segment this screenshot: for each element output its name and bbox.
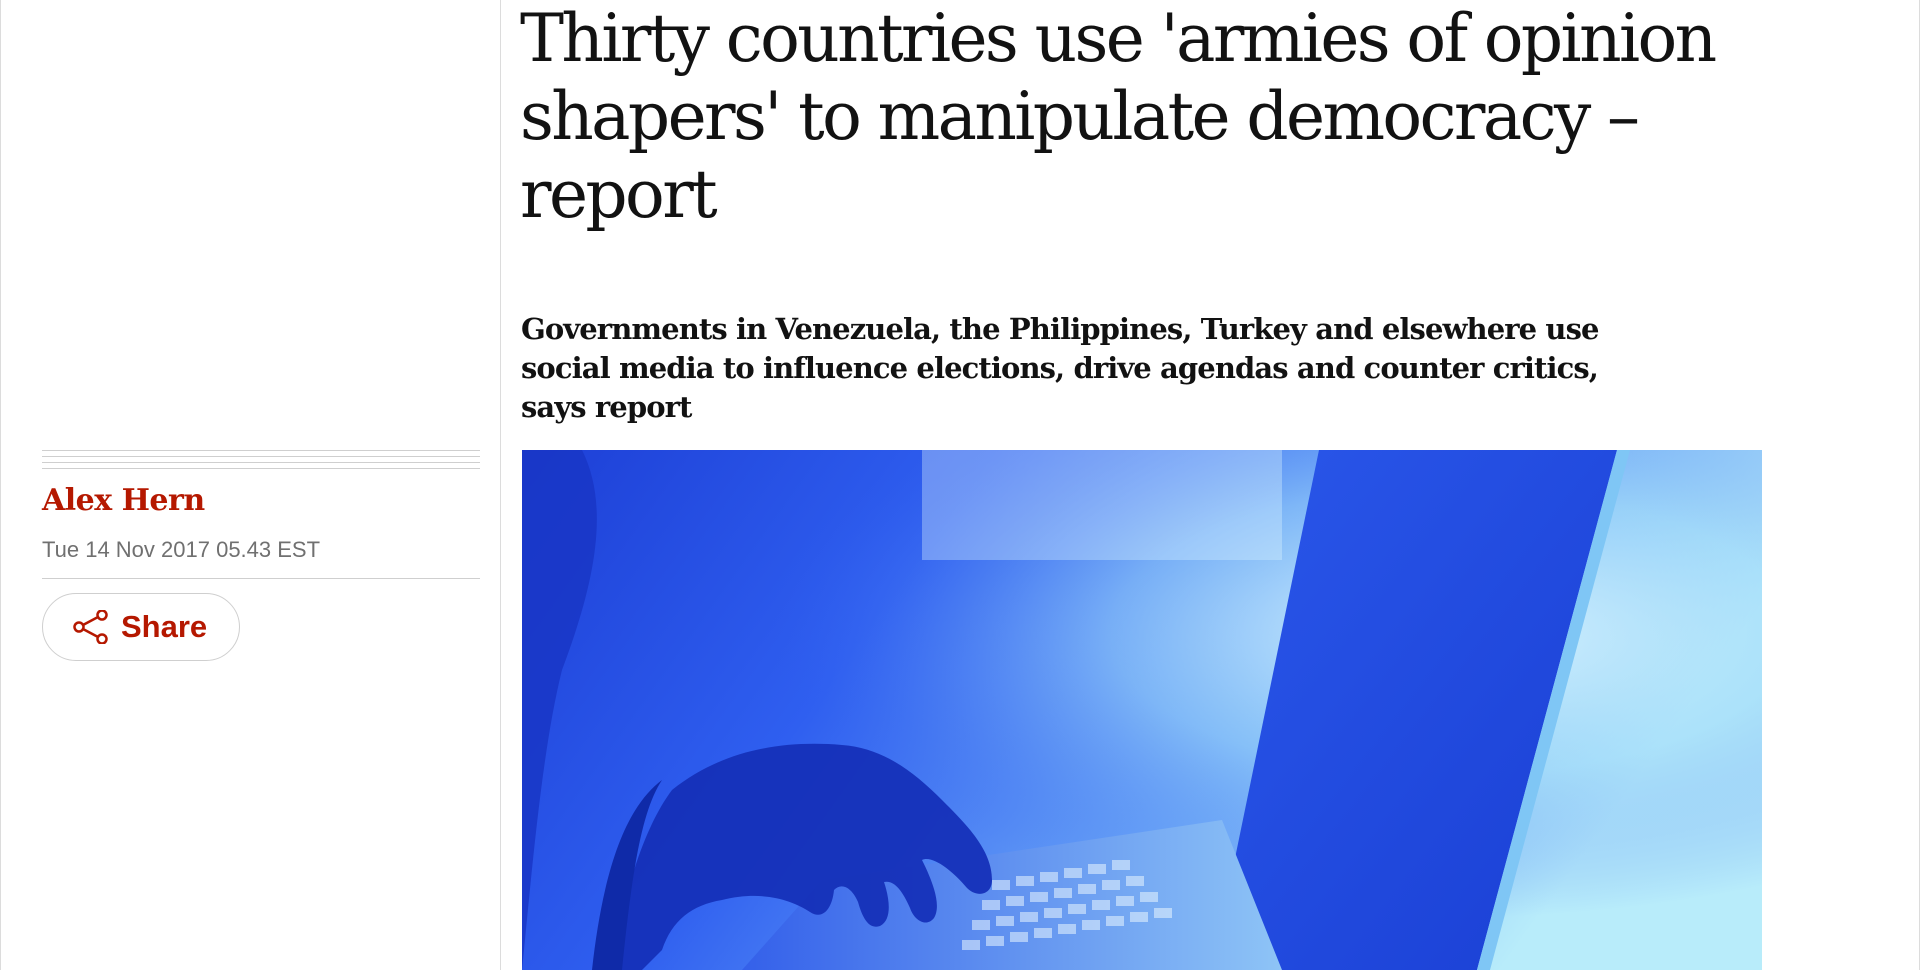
page-left-border: [0, 0, 1, 970]
meta-divider-lines: [42, 450, 480, 474]
author-byline-link[interactable]: Alex Hern: [42, 482, 480, 520]
publish-date: Tue 14 Nov 2017 05.43 EST: [42, 536, 480, 579]
share-icon: [73, 610, 109, 644]
share-button-label: Share: [121, 609, 208, 644]
article-standfirst: Governments in Venezuela, the Philippine…: [521, 312, 1599, 424]
article-headline: Thirty countries use 'armies of opinion …: [520, 0, 1717, 233]
column-divider: [500, 0, 501, 970]
article-meta: Alex Hern Tue 14 Nov 2017 05.43 EST Shar…: [42, 450, 480, 661]
article-page: Thirty countries use 'armies of opinion …: [0, 0, 1920, 970]
hero-image: [522, 450, 1762, 970]
share-button[interactable]: Share: [42, 593, 241, 661]
